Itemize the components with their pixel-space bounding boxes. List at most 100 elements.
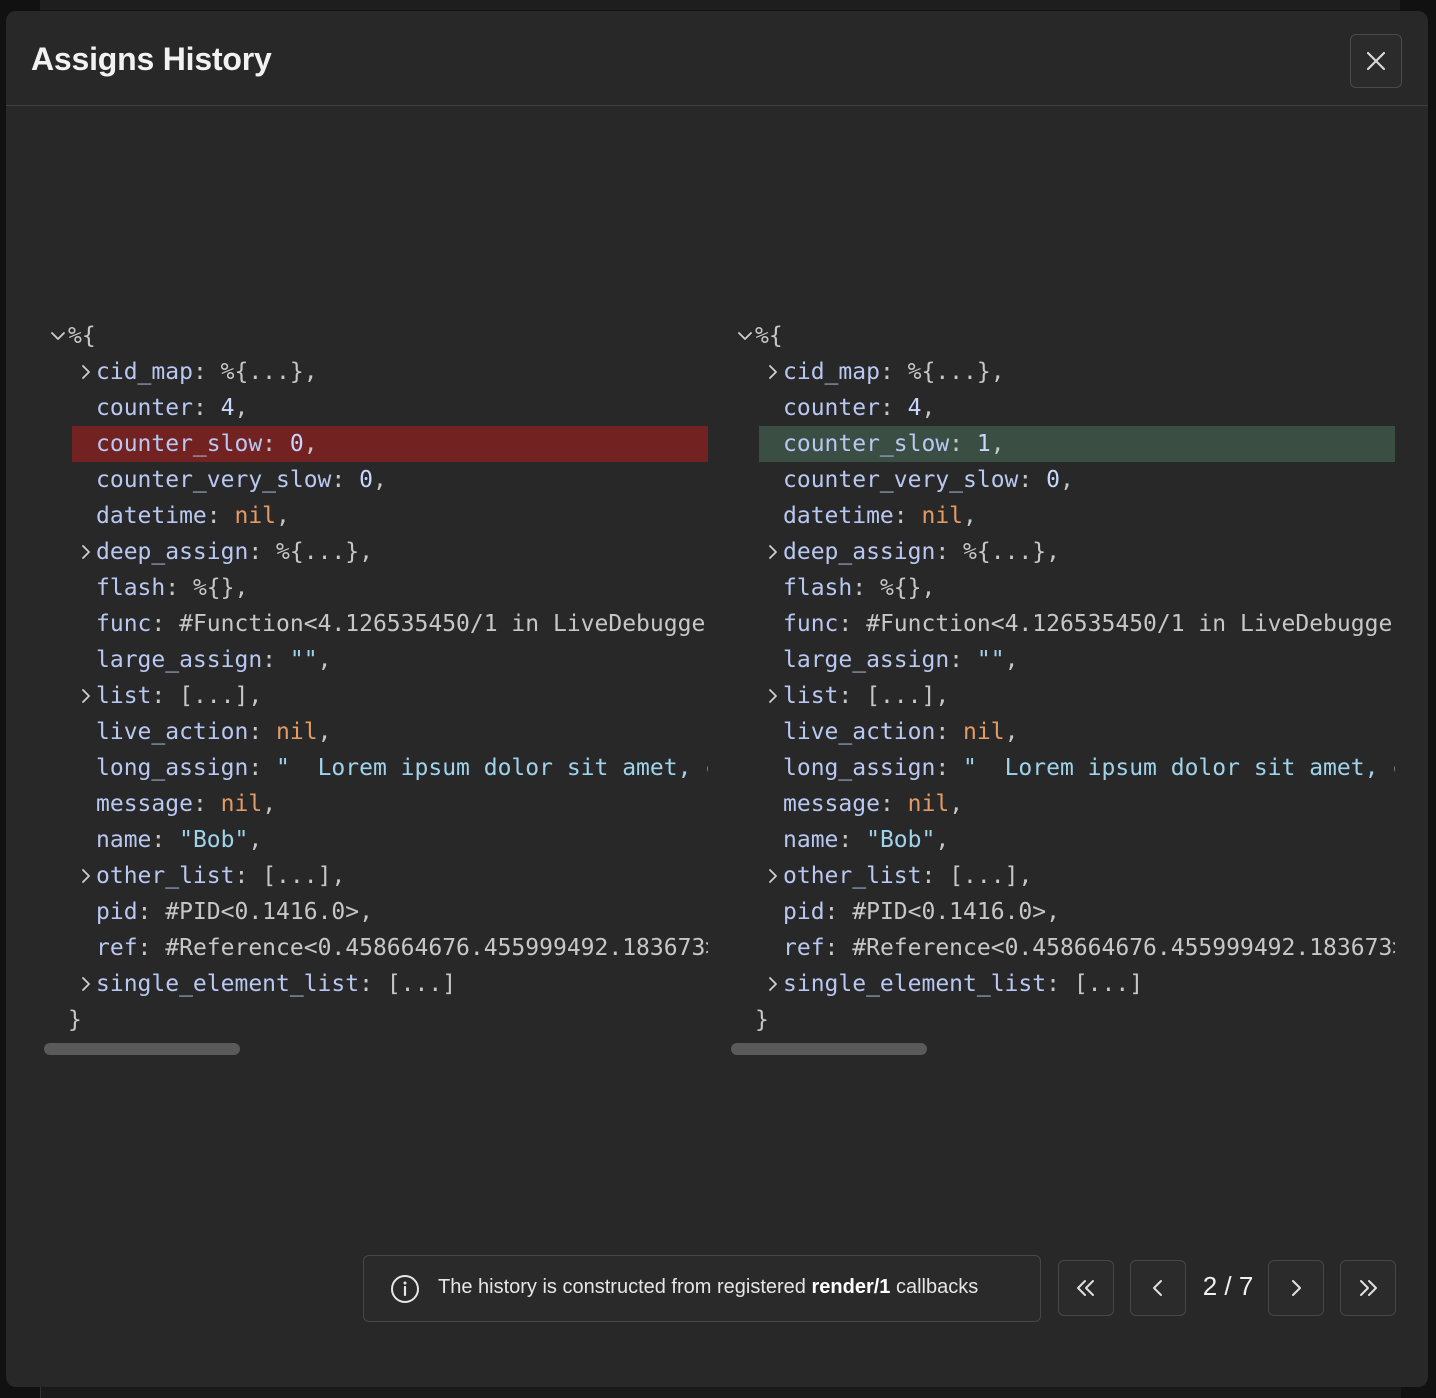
token-punct: : [921, 863, 950, 889]
assign-row: name: "Bob", [731, 822, 1395, 858]
chevrons-right-icon [1360, 1280, 1377, 1296]
assign-row[interactable]: deep_assign: %{...}, [44, 534, 708, 570]
expand-toggle[interactable] [76, 534, 96, 570]
chevron-down-icon [738, 332, 752, 340]
token-punct: : [192, 359, 221, 385]
horizontal-scrollbar-thumb[interactable] [44, 1043, 240, 1055]
expand-toggle[interactable] [763, 354, 783, 390]
collapse-toggle[interactable] [48, 318, 68, 354]
chevron-right-icon [769, 869, 777, 883]
assigns-diff-old: } single_element_list: [...] ref: #Referen… [44, 318, 708, 1058]
token-other: %{...} [220, 359, 304, 385]
assign-row: large_assign: "", [44, 642, 708, 678]
expand-toggle[interactable] [763, 678, 783, 714]
token-punct: : [852, 575, 880, 601]
token-key: datetime [96, 503, 207, 529]
modal-title: Assigns History [31, 41, 272, 77]
expand-toggle[interactable] [76, 858, 96, 894]
token-punct: , [234, 395, 249, 421]
previous-page-button[interactable] [1130, 1260, 1186, 1316]
assign-content: long_assign: " Lorem ipsum dolor sit ame… [96, 750, 708, 786]
token-other: [...] [1073, 971, 1144, 997]
token-key: message [783, 791, 880, 817]
assign-row: name: "Bob", [44, 822, 708, 858]
assign-row[interactable]: other_list: [...], [44, 858, 708, 894]
assign-row-changed: counter_slow: 1, [731, 426, 1395, 462]
assign-row[interactable]: list: [...], [44, 678, 708, 714]
last-page-button[interactable] [1340, 1260, 1396, 1316]
token-num: 0 [359, 467, 373, 493]
assign-content: list: [...], [783, 678, 949, 714]
assign-content: } [68, 1002, 82, 1038]
assign-content: single_element_list: [...] [783, 966, 1143, 1002]
token-key: long_assign [783, 755, 936, 781]
assign-row[interactable]: other_list: [...], [731, 858, 1395, 894]
assign-content: counter_slow: 1, [783, 426, 1005, 462]
assign-row[interactable]: %{ [731, 318, 1395, 354]
token-punct: : [234, 863, 263, 889]
token-punct: , [317, 647, 332, 673]
close-button[interactable] [1350, 34, 1402, 88]
token-punct: : [879, 395, 908, 421]
token-punct: : [824, 935, 853, 961]
assign-row[interactable]: deep_assign: %{...}, [731, 534, 1395, 570]
token-punct: , [372, 467, 387, 493]
assign-content: flash: %{}, [783, 570, 935, 606]
token-punct: : [165, 575, 193, 601]
assign-content: %{ [755, 318, 783, 354]
token-key: cid_map [783, 359, 880, 385]
assign-row: } [731, 1002, 1395, 1038]
collapse-toggle[interactable] [735, 318, 755, 354]
assign-row[interactable]: list: [...], [731, 678, 1395, 714]
expand-toggle[interactable] [763, 966, 783, 1002]
token-punct: , [990, 431, 1005, 457]
token-punct: , [303, 431, 318, 457]
first-page-button[interactable] [1058, 1260, 1114, 1316]
token-other: [...] [386, 971, 457, 997]
expand-toggle[interactable] [76, 678, 96, 714]
expand-toggle[interactable] [763, 858, 783, 894]
assign-row[interactable]: %{ [44, 318, 708, 354]
assign-content: counter: 4, [96, 390, 248, 426]
assign-content: func: #Function<4.126535450/1 in LiveDeb… [783, 606, 1395, 642]
next-page-button[interactable] [1268, 1260, 1324, 1316]
token-key: ref [96, 935, 138, 961]
token-punct: : [838, 611, 867, 637]
assign-row: live_action: nil, [731, 714, 1395, 750]
token-punct: %{ [68, 323, 96, 349]
chevron-right-icon [82, 869, 90, 883]
assign-content: flash: %{}, [96, 570, 248, 606]
token-punct: , [359, 539, 373, 565]
assign-row: flash: %{}, [731, 570, 1395, 606]
token-nil: nil [963, 719, 1005, 745]
token-punct: : [359, 971, 387, 997]
assign-row: pid: #PID<0.1416.0>, [44, 894, 708, 930]
background-panel [40, 0, 1400, 10]
assign-row[interactable]: single_element_list: [...] [731, 966, 1395, 1002]
assign-content: datetime: nil, [96, 498, 290, 534]
assign-row: datetime: nil, [44, 498, 708, 534]
token-punct: : [151, 683, 180, 709]
assign-content: counter_slow: 0, [96, 426, 318, 462]
token-punct: } [755, 1007, 769, 1033]
chevron-right-icon [1292, 1280, 1301, 1296]
token-punct: : [262, 647, 290, 673]
assign-content: live_action: nil, [96, 714, 331, 750]
assign-row[interactable]: cid_map: %{...}, [731, 354, 1395, 390]
assign-row: } [44, 1002, 708, 1038]
token-nil: nil [220, 791, 263, 817]
token-punct: , [990, 359, 1005, 385]
expand-toggle[interactable] [76, 354, 96, 390]
horizontal-scrollbar-thumb[interactable] [731, 1043, 927, 1055]
expand-toggle[interactable] [76, 966, 96, 1002]
background-panel-bottom [40, 1386, 1401, 1398]
token-punct: : [893, 503, 922, 529]
assign-content: name: "Bob", [96, 822, 262, 858]
assign-row[interactable]: single_element_list: [...] [44, 966, 708, 1002]
token-nil: nil [276, 719, 318, 745]
token-str: "" [976, 647, 1005, 673]
info-text: The history is constructed from register… [438, 1276, 978, 1299]
assign-row[interactable]: cid_map: %{...}, [44, 354, 708, 390]
expand-toggle[interactable] [763, 534, 783, 570]
token-other: #Reference<0.458664676.455999492.183673> [852, 935, 1395, 961]
